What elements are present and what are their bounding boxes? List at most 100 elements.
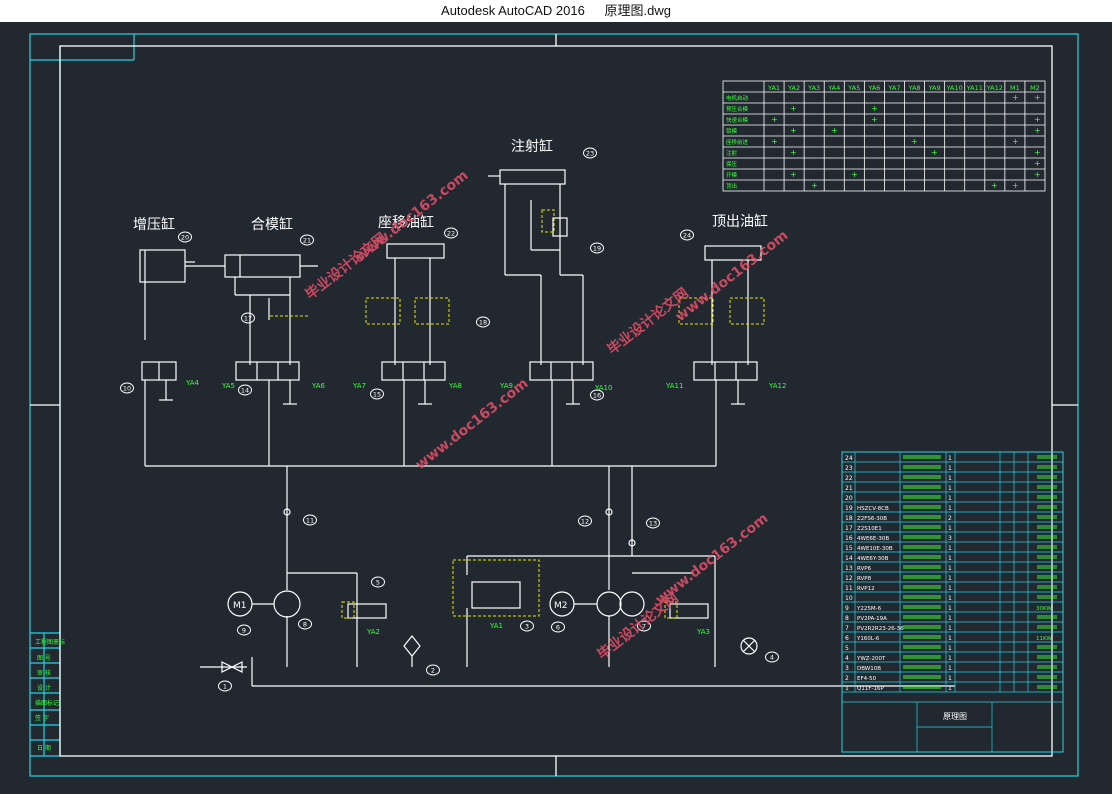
svg-text:20: 20	[845, 495, 853, 502]
svg-text:顶出: 顶出	[726, 182, 737, 190]
svg-text:PV2PA-19A: PV2PA-19A	[857, 616, 887, 622]
svg-text:RVP12: RVP12	[857, 586, 875, 592]
window-titlebar: Autodesk AutoCAD 2016 原理图.dwg	[0, 0, 1112, 22]
svg-text:1: 1	[948, 615, 952, 622]
solenoid-header-ya2: YA2	[787, 84, 800, 92]
drawing-title: 原理图	[943, 712, 967, 721]
svg-text:21: 21	[303, 237, 311, 245]
svg-text:设 计: 设 计	[37, 684, 51, 692]
svg-text:+: +	[871, 115, 878, 124]
svg-text:4WE6E-30B: 4WE6E-30B	[857, 536, 889, 542]
solenoid-header-ya7: YA7	[887, 84, 900, 92]
svg-text:DBW10B: DBW10B	[857, 666, 881, 672]
svg-text:13: 13	[649, 520, 657, 528]
label-ya4: YA4	[185, 379, 200, 387]
solenoid-header-ya12: YA12	[986, 84, 1003, 92]
svg-text:1: 1	[948, 665, 952, 672]
svg-text:21: 21	[845, 485, 853, 492]
svg-text:1: 1	[948, 485, 952, 492]
svg-text:座移前进: 座移前进	[726, 138, 749, 146]
label-ya7: YA7	[352, 382, 366, 390]
label-ya5: YA5	[221, 382, 235, 390]
svg-text:+: +	[790, 148, 797, 157]
solenoid-header-ya9: YA9	[928, 84, 941, 92]
label-ya6: YA6	[311, 382, 326, 390]
svg-text:3: 3	[845, 665, 849, 672]
svg-text:1: 1	[948, 655, 952, 662]
svg-text:电机启动: 电机启动	[726, 94, 749, 102]
svg-text:9: 9	[845, 605, 849, 612]
svg-text:11KW: 11KW	[1036, 636, 1052, 642]
booster-cylinder-label: 增压缸	[133, 216, 175, 233]
solenoid-header-m1: M1	[1010, 84, 1020, 92]
svg-text:1: 1	[948, 605, 952, 612]
file-name: 原理图.dwg	[604, 3, 671, 18]
svg-text:开模: 开模	[726, 171, 738, 179]
svg-text:1: 1	[948, 555, 952, 562]
drawing-canvas[interactable]: 工程图册标 图 号 审 核 设 计 描图标记 签 字 日 期 YA1 YA2 YA3…	[0, 22, 1112, 790]
svg-text:+: +	[1034, 170, 1041, 179]
svg-text:1: 1	[223, 683, 227, 691]
clamp-cylinder-label: 合模缸	[251, 216, 293, 233]
svg-text:3: 3	[948, 535, 952, 542]
svg-text:8: 8	[303, 621, 307, 629]
svg-text:锁模: 锁模	[726, 127, 738, 135]
svg-text:2: 2	[431, 667, 435, 675]
svg-text:Q11F-16P: Q11F-16P	[857, 686, 884, 692]
svg-text:4: 4	[770, 654, 774, 662]
svg-text:1: 1	[948, 595, 952, 602]
svg-text:描图标记: 描图标记	[35, 699, 59, 707]
svg-text:+: +	[1034, 93, 1041, 102]
svg-text:23: 23	[845, 465, 853, 472]
svg-text:16: 16	[845, 535, 853, 542]
svg-text:9: 9	[242, 627, 246, 635]
label-ya1: YA1	[489, 622, 503, 630]
svg-text:22: 22	[447, 230, 455, 238]
svg-text:工程图册标: 工程图册标	[35, 638, 65, 646]
label-ya11: YA11	[665, 382, 683, 390]
svg-text:+: +	[790, 126, 797, 135]
svg-text:+: +	[1034, 126, 1041, 135]
svg-text:12: 12	[581, 518, 589, 526]
svg-text:4WE6Y-30B: 4WE6Y-30B	[857, 556, 889, 562]
svg-text:+: +	[831, 126, 838, 135]
label-ya12: YA12	[768, 382, 786, 390]
svg-text:13: 13	[845, 565, 853, 572]
svg-text:1: 1	[948, 545, 952, 552]
svg-text:24: 24	[845, 455, 853, 462]
svg-text:+: +	[871, 104, 878, 113]
svg-text:注射: 注射	[726, 149, 738, 157]
svg-text:+: +	[1034, 148, 1041, 157]
svg-text:15: 15	[845, 545, 853, 552]
svg-text:8: 8	[845, 615, 849, 622]
svg-text:+: +	[991, 181, 998, 190]
svg-text:30KW: 30KW	[1036, 606, 1052, 612]
svg-text:4WE10E-30B: 4WE10E-30B	[857, 546, 893, 552]
svg-text:7: 7	[845, 625, 849, 632]
svg-text:22: 22	[845, 475, 853, 482]
svg-text:HSZCV-8CB: HSZCV-8CB	[857, 506, 889, 512]
svg-text:预压合模: 预压合模	[726, 105, 749, 113]
solenoid-header-ya11: YA11	[966, 84, 983, 92]
svg-text:审 核: 审 核	[37, 669, 51, 677]
label-ya3: YA3	[696, 628, 710, 636]
svg-text:17: 17	[244, 315, 252, 323]
svg-text:1: 1	[948, 585, 952, 592]
svg-text:1: 1	[948, 465, 952, 472]
svg-text:YWZ-200T: YWZ-200T	[856, 656, 886, 662]
svg-text:18: 18	[479, 319, 487, 327]
svg-text:1: 1	[948, 635, 952, 642]
svg-text:+: +	[790, 170, 797, 179]
svg-text:6: 6	[845, 635, 849, 642]
svg-text:+: +	[771, 115, 778, 124]
svg-text:1: 1	[845, 685, 849, 692]
svg-text:10: 10	[123, 385, 131, 393]
svg-text:+: +	[1012, 181, 1019, 190]
svg-text:1: 1	[948, 525, 952, 532]
svg-text:17: 17	[845, 525, 853, 532]
svg-text:1: 1	[948, 675, 952, 682]
svg-text:19: 19	[845, 505, 853, 512]
svg-text:Z2FS6-30B: Z2FS6-30B	[857, 516, 887, 522]
svg-text:1: 1	[948, 455, 952, 462]
svg-text:+: +	[931, 148, 938, 157]
